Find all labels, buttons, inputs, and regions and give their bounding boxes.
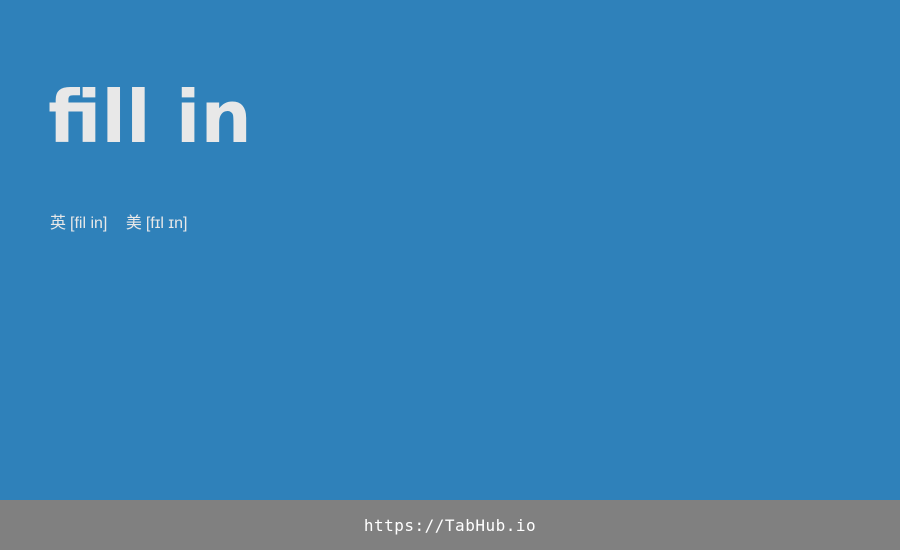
uk-ipa: [fil in] <box>70 215 108 232</box>
us-pronunciation[interactable]: 美 [fɪl ɪn] <box>126 212 188 235</box>
pronunciation-row: 英 [fil in] 美 [fɪl ɪn] <box>50 212 201 235</box>
headword: fill in <box>48 75 252 159</box>
tabhub-link[interactable]: https://TabHub.io <box>364 516 536 535</box>
uk-label: 英 <box>50 213 67 232</box>
word-card: fill in 英 [fil in] 美 [fɪl ɪn] <box>0 0 900 500</box>
us-label: 美 <box>125 213 142 232</box>
footer-bar: https://TabHub.io <box>0 500 900 550</box>
us-ipa: [fɪl ɪn] <box>145 215 188 232</box>
uk-pronunciation[interactable]: 英 [fil in] <box>50 212 107 235</box>
